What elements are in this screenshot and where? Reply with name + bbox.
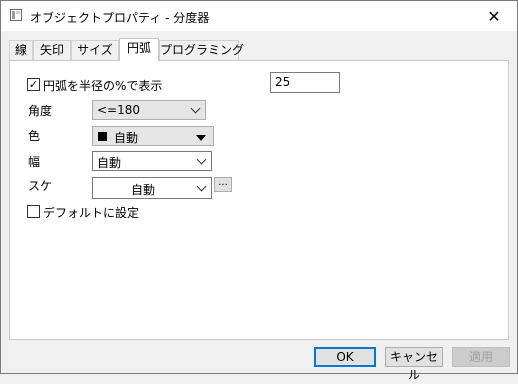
tab-size[interactable]: サイズ [71,40,119,60]
window-title: オブジェクトプロパティ - 分度器 [30,11,210,25]
scale-value: 自動 [130,183,155,197]
scale-more-button[interactable]: ... [214,177,232,192]
radius-percent-input[interactable]: 25 [270,72,340,93]
color-select[interactable]: 自動 [92,126,214,146]
app-icon [10,9,22,21]
angle-value: <=180 [97,103,141,117]
color-label: 色 [28,129,41,143]
radius-percent-value: 25 [275,75,291,89]
tab-strip: 線 矢印 サイズ 円弧 プログラミング [9,38,509,61]
title-bar: オブジェクトプロパティ - 分度器 ✕ [1,1,517,31]
color-value: 自動 [114,131,139,145]
chevron-down-icon [190,103,201,114]
tab-line[interactable]: 線 [9,40,33,60]
show-radius-percent-label: 円弧を半径の%で表示 [43,79,163,93]
close-icon[interactable]: ✕ [471,1,517,31]
chevron-down-icon [196,181,207,192]
tab-arc[interactable]: 円弧 [119,38,159,61]
width-value: 自動 [97,156,122,170]
tab-arrow[interactable]: 矢印 [33,40,71,60]
scale-label: スケ [28,179,53,193]
angle-select[interactable]: <=180 [92,100,206,120]
ok-button[interactable]: OK [314,347,376,367]
show-radius-percent-checkbox[interactable]: ✓ [27,78,40,91]
apply-button[interactable]: 適用 [452,347,510,367]
scale-select[interactable]: 自動 [92,177,212,199]
width-label: 幅 [28,155,41,169]
width-select[interactable]: 自動 [92,151,212,171]
color-swatch [98,132,107,141]
dropdown-arrow-icon [196,135,206,141]
tab-programming[interactable]: プログラミング [159,40,244,60]
angle-label: 角度 [28,104,53,118]
set-default-label: デフォルトに設定 [43,206,140,220]
set-default-checkbox[interactable] [27,205,40,218]
properties-dialog: オブジェクトプロパティ - 分度器 ✕ 線 矢印 サイズ 円弧 プログラミング … [0,0,518,382]
arc-tab-panel: ✓ 円弧を半径の%で表示 25 角度 <=180 色 自動 幅 自動 スケ 自動 [9,60,509,340]
chevron-down-icon [196,154,207,165]
cancel-button[interactable]: キャンセル [385,347,443,382]
